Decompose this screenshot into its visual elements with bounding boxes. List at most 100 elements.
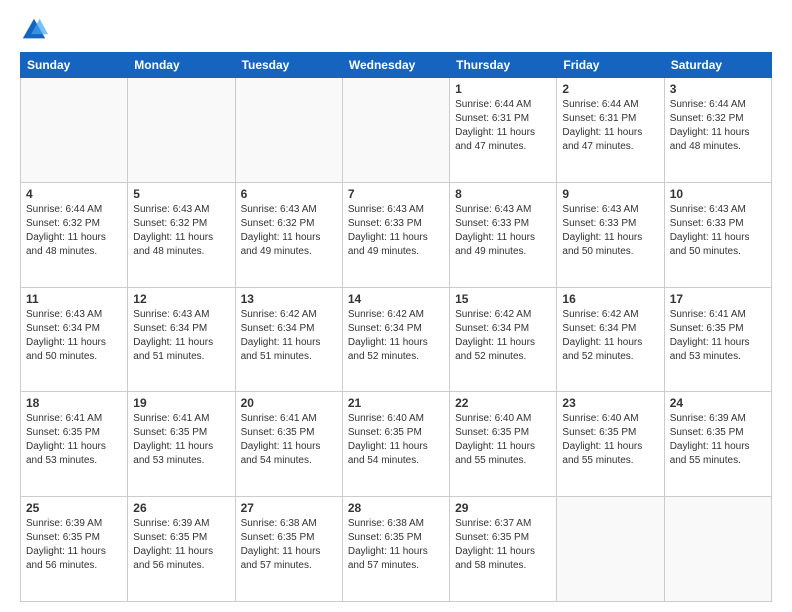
logo [20,16,50,44]
calendar-week-3: 18 Sunrise: 6:41 AM Sunset: 6:35 PM Dayli… [21,392,772,497]
calendar-cell: 5 Sunrise: 6:43 AM Sunset: 6:32 PM Daylig… [128,182,235,287]
day-number: 4 [26,187,122,201]
day-info: Sunrise: 6:37 AM Sunset: 6:35 PM Dayligh… [455,517,551,573]
day-number: 14 [348,292,444,306]
calendar-cell: 14Sunrise: 6:42 AM Sunset: 6:34 PM Dayli… [342,287,449,392]
day-info: Sunrise: 6:41 AM Sunset: 6:35 PM Dayligh… [26,412,122,468]
day-number: 7 [348,187,444,201]
calendar-cell: 3 Sunrise: 6:44 AM Sunset: 6:32 PM Daylig… [664,78,771,183]
calendar-cell: 8 Sunrise: 6:43 AM Sunset: 6:33 PM Daylig… [450,182,557,287]
day-number: 6 [241,187,337,201]
calendar-table: SundayMondayTuesdayWednesdayThursdayFrid… [20,52,772,602]
calendar-cell: 9 Sunrise: 6:43 AM Sunset: 6:33 PM Daylig… [557,182,664,287]
calendar-cell: 1 Sunrise: 6:44 AM Sunset: 6:31 PM Daylig… [450,78,557,183]
day-number: 15 [455,292,551,306]
weekday-header-tuesday: Tuesday [235,53,342,78]
day-number: 26 [133,501,229,515]
day-number: 16 [562,292,658,306]
day-number: 10 [670,187,766,201]
day-info: Sunrise: 6:38 AM Sunset: 6:35 PM Dayligh… [241,517,337,573]
calendar-week-4: 25 Sunrise: 6:39 AM Sunset: 6:35 PM Dayli… [21,497,772,602]
day-info: Sunrise: 6:43 AM Sunset: 6:33 PM Dayligh… [348,203,444,259]
calendar-cell: 13 Sunrise: 6:42 AM Sunset: 6:34 PM Dayli… [235,287,342,392]
day-info: Sunrise: 6:39 AM Sunset: 6:35 PM Dayligh… [133,517,229,573]
calendar-cell: 19 Sunrise: 6:41 AM Sunset: 6:35 PM Dayli… [128,392,235,497]
day-number: 8 [455,187,551,201]
day-info: Sunrise: 6:42 AM Sunset: 6:34 PM Dayligh… [241,308,337,364]
day-info: Sunrise: 6:39 AM Sunset: 6:35 PM Dayligh… [26,517,122,573]
day-info: Sunrise: 6:40 AM Sunset: 6:35 PM Dayligh… [348,412,444,468]
calendar-cell [664,497,771,602]
calendar-cell [128,78,235,183]
day-number: 18 [26,396,122,410]
calendar-cell: 7 Sunrise: 6:43 AM Sunset: 6:33 PM Daylig… [342,182,449,287]
day-number: 29 [455,501,551,515]
day-info: Sunrise: 6:44 AM Sunset: 6:31 PM Dayligh… [455,98,551,154]
day-info: Sunrise: 6:41 AM Sunset: 6:35 PM Dayligh… [133,412,229,468]
page: SundayMondayTuesdayWednesdayThursdayFrid… [0,0,792,612]
calendar-cell: 21 Sunrise: 6:40 AM Sunset: 6:35 PM Dayli… [342,392,449,497]
day-info: Sunrise: 6:43 AM Sunset: 6:33 PM Dayligh… [562,203,658,259]
day-number: 3 [670,82,766,96]
calendar-cell: 22 Sunrise: 6:40 AM Sunset: 6:35 PM Dayli… [450,392,557,497]
weekday-header-sunday: Sunday [21,53,128,78]
calendar-cell: 11 Sunrise: 6:43 AM Sunset: 6:34 PM Dayli… [21,287,128,392]
day-number: 12 [133,292,229,306]
calendar-cell: 6 Sunrise: 6:43 AM Sunset: 6:32 PM Daylig… [235,182,342,287]
day-info: Sunrise: 6:43 AM Sunset: 6:34 PM Dayligh… [133,308,229,364]
day-info: Sunrise: 6:40 AM Sunset: 6:35 PM Dayligh… [455,412,551,468]
day-number: 22 [455,396,551,410]
day-number: 24 [670,396,766,410]
calendar-cell: 23Sunrise: 6:40 AM Sunset: 6:35 PM Dayli… [557,392,664,497]
day-info: Sunrise: 6:43 AM Sunset: 6:34 PM Dayligh… [26,308,122,364]
day-number: 17 [670,292,766,306]
day-number: 9 [562,187,658,201]
calendar-cell: 28Sunrise: 6:38 AM Sunset: 6:35 PM Dayli… [342,497,449,602]
day-info: Sunrise: 6:44 AM Sunset: 6:32 PM Dayligh… [670,98,766,154]
day-number: 23 [562,396,658,410]
calendar-week-2: 11 Sunrise: 6:43 AM Sunset: 6:34 PM Dayli… [21,287,772,392]
day-info: Sunrise: 6:43 AM Sunset: 6:33 PM Dayligh… [455,203,551,259]
calendar-cell: 4Sunrise: 6:44 AM Sunset: 6:32 PM Daylig… [21,182,128,287]
day-info: Sunrise: 6:39 AM Sunset: 6:35 PM Dayligh… [670,412,766,468]
calendar-cell: 26 Sunrise: 6:39 AM Sunset: 6:35 PM Dayli… [128,497,235,602]
day-number: 21 [348,396,444,410]
day-info: Sunrise: 6:44 AM Sunset: 6:31 PM Dayligh… [562,98,658,154]
calendar-cell [235,78,342,183]
day-number: 25 [26,501,122,515]
day-number: 20 [241,396,337,410]
day-number: 11 [26,292,122,306]
day-number: 1 [455,82,551,96]
weekday-header-thursday: Thursday [450,53,557,78]
calendar-cell [342,78,449,183]
calendar-week-0: 1 Sunrise: 6:44 AM Sunset: 6:31 PM Daylig… [21,78,772,183]
calendar-cell: 20 Sunrise: 6:41 AM Sunset: 6:35 PM Dayli… [235,392,342,497]
day-info: Sunrise: 6:38 AM Sunset: 6:35 PM Dayligh… [348,517,444,573]
header [20,16,772,44]
calendar-cell: 24 Sunrise: 6:39 AM Sunset: 6:35 PM Dayli… [664,392,771,497]
day-info: Sunrise: 6:42 AM Sunset: 6:34 PM Dayligh… [455,308,551,364]
day-info: Sunrise: 6:41 AM Sunset: 6:35 PM Dayligh… [670,308,766,364]
day-number: 19 [133,396,229,410]
calendar-cell [21,78,128,183]
calendar-cell: 2 Sunrise: 6:44 AM Sunset: 6:31 PM Daylig… [557,78,664,183]
calendar-cell: 17 Sunrise: 6:41 AM Sunset: 6:35 PM Dayli… [664,287,771,392]
day-info: Sunrise: 6:43 AM Sunset: 6:32 PM Dayligh… [133,203,229,259]
day-info: Sunrise: 6:43 AM Sunset: 6:33 PM Dayligh… [670,203,766,259]
day-number: 2 [562,82,658,96]
calendar-cell: 27Sunrise: 6:38 AM Sunset: 6:35 PM Dayli… [235,497,342,602]
day-info: Sunrise: 6:43 AM Sunset: 6:32 PM Dayligh… [241,203,337,259]
logo-icon [20,16,48,44]
day-info: Sunrise: 6:41 AM Sunset: 6:35 PM Dayligh… [241,412,337,468]
day-number: 5 [133,187,229,201]
calendar-cell [557,497,664,602]
weekday-header-friday: Friday [557,53,664,78]
calendar-cell: 10 Sunrise: 6:43 AM Sunset: 6:33 PM Dayli… [664,182,771,287]
calendar-cell: 16Sunrise: 6:42 AM Sunset: 6:34 PM Dayli… [557,287,664,392]
calendar-week-1: 4Sunrise: 6:44 AM Sunset: 6:32 PM Daylig… [21,182,772,287]
weekday-header-saturday: Saturday [664,53,771,78]
calendar-cell: 29 Sunrise: 6:37 AM Sunset: 6:35 PM Dayli… [450,497,557,602]
day-number: 13 [241,292,337,306]
calendar-cell: 25 Sunrise: 6:39 AM Sunset: 6:35 PM Dayli… [21,497,128,602]
calendar-cell: 15 Sunrise: 6:42 AM Sunset: 6:34 PM Dayli… [450,287,557,392]
